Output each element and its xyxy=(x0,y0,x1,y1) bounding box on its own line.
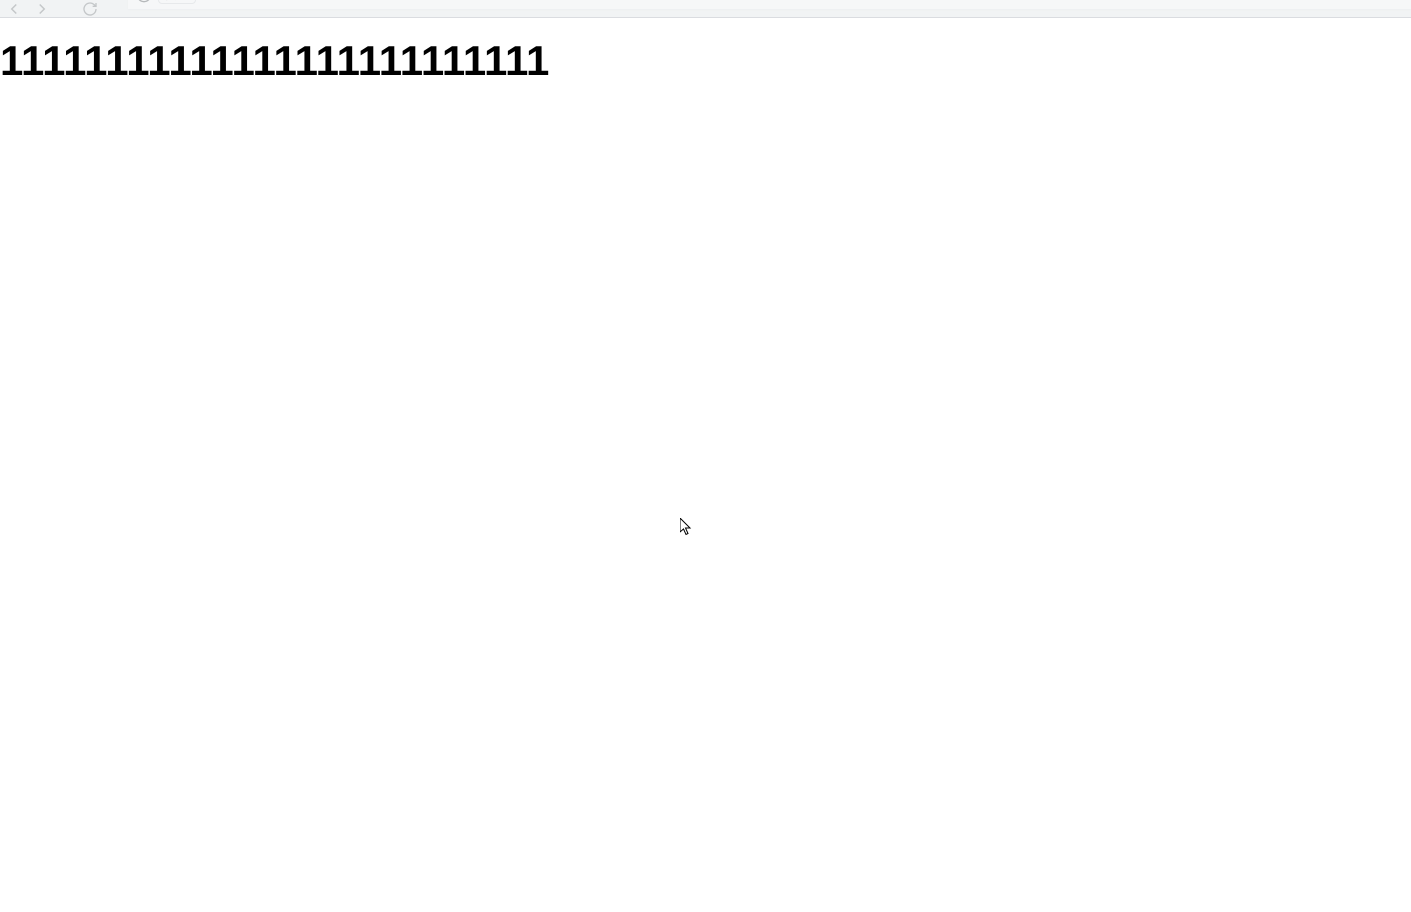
address-bar-wrapper: 安全 1.1.1.50.50.232 xyxy=(128,0,1411,17)
address-text[interactable]: 1.1.1.50.50.232 xyxy=(206,0,1403,3)
security-label: 安全 xyxy=(165,0,189,3)
forward-icon[interactable] xyxy=(32,0,52,18)
site-info-icon[interactable] xyxy=(136,0,152,3)
nav-buttons xyxy=(0,0,100,17)
security-badge: 安全 xyxy=(158,0,196,4)
page-content: 11111111111111111111111111 xyxy=(0,18,1411,912)
back-icon[interactable] xyxy=(4,0,24,18)
address-bar[interactable]: 安全 1.1.1.50.50.232 xyxy=(128,0,1411,9)
browser-toolbar: 安全 1.1.1.50.50.232 xyxy=(0,0,1411,18)
page-heading: 11111111111111111111111111 xyxy=(0,18,1411,86)
reload-icon[interactable] xyxy=(80,0,100,18)
